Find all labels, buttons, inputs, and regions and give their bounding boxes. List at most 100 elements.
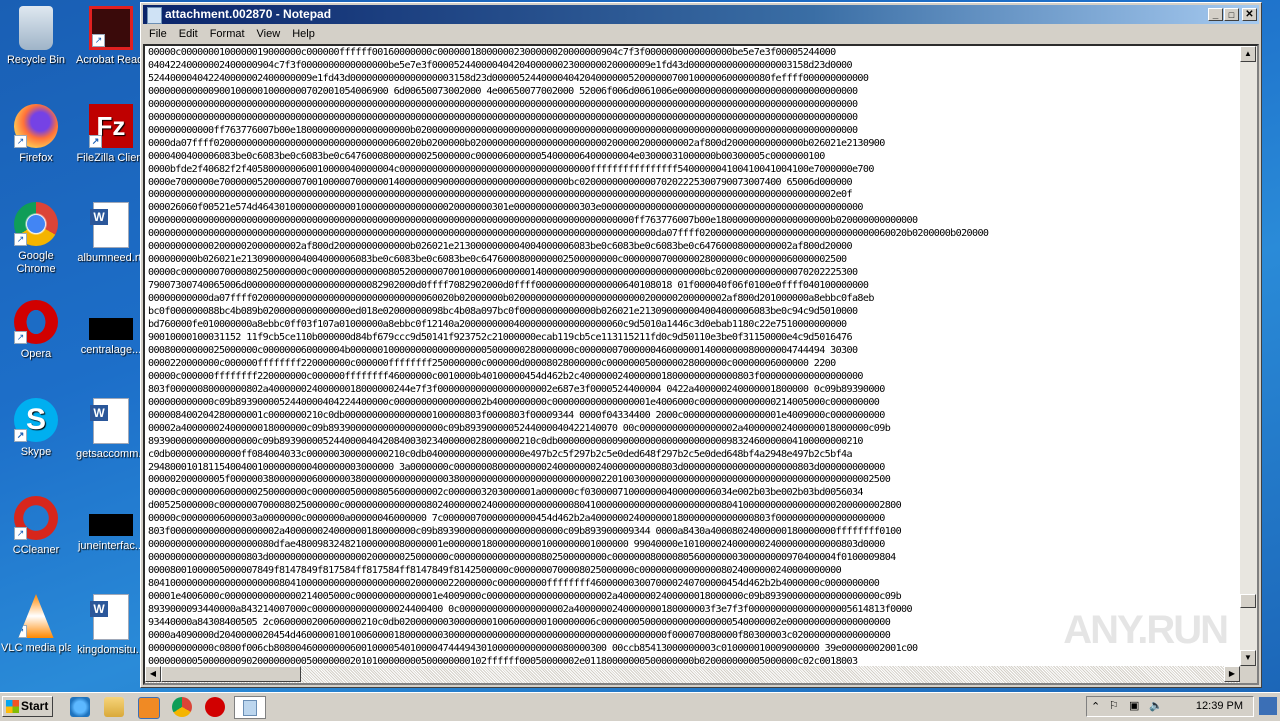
desktop-icon-label: albumneed.rtf xyxy=(77,252,145,264)
text-line: 0000bfde2f40682f2f4058000000600100000400… xyxy=(148,163,874,175)
menu-file[interactable]: File xyxy=(143,25,173,41)
text-line: 000000000000000000803d000000000000000000… xyxy=(148,552,896,564)
title-bar[interactable]: attachment.002870 - Notepad _ □ ✕ xyxy=(143,5,1259,24)
opera-icon[interactable] xyxy=(205,697,225,717)
word-document-icon: W xyxy=(90,398,129,444)
text-line: 0000220000000c000000ffffffff220000000c00… xyxy=(148,357,836,369)
network-icon[interactable]: ▣ xyxy=(1129,699,1139,712)
text-line: 00000000000da07ffff020000000000000000000… xyxy=(148,293,874,305)
desktop-icon-kingdomsitu[interactable]: Wkingdomsitu... xyxy=(76,594,146,657)
text-line: 0000e7000000e700000052000000700100000700… xyxy=(148,176,853,188)
text-line: 0000da07ffff0200000000000000000000000000… xyxy=(148,137,885,149)
desktop-icon-label: Acrobat Reader DC xyxy=(76,54,146,66)
notepad-icon xyxy=(147,7,162,24)
chrome-icon: ↗ xyxy=(14,202,58,246)
desktop-icon-filezilla-client[interactable]: Fz ↗ FileZilla Client xyxy=(76,104,146,165)
text-line: bc0f000000088bc4b089b0200000000000000ed0… xyxy=(148,306,858,318)
document-text[interactable]: 00000c0000000100000019000000c000000fffff… xyxy=(148,47,1239,665)
text-line: 0000000000000000000000000000000000000000… xyxy=(148,189,853,201)
vlc-icon: ↗ xyxy=(18,594,54,638)
desktop-icon-recycle-bin[interactable]: Recycle Bin xyxy=(1,6,71,67)
clock[interactable]: 12:39 PM xyxy=(1196,700,1243,712)
maximize-button[interactable]: □ xyxy=(1224,8,1239,21)
resize-grip[interactable] xyxy=(1240,666,1257,683)
scroll-left-button[interactable]: ◀ xyxy=(145,666,161,682)
menu-help[interactable]: Help xyxy=(286,25,321,41)
text-line: 0000000000002000002000000002af800d200000… xyxy=(148,241,853,253)
shortcut-arrow-icon: ↗ xyxy=(89,135,102,148)
menu-view[interactable]: View xyxy=(251,25,287,41)
file-explorer-icon[interactable] xyxy=(104,697,124,717)
word-document-icon: W xyxy=(90,202,129,248)
desktop-icon-firefox[interactable]: ↗ Firefox xyxy=(1,104,71,165)
shortcut-arrow-icon: ↗ xyxy=(14,527,27,540)
shortcut-arrow-icon: ↗ xyxy=(14,233,27,246)
desktop-icon-google-chrome[interactable]: ↗ Google Chrome xyxy=(1,202,71,276)
text-editor[interactable]: 00000c0000000100000019000000c000000fffff… xyxy=(143,44,1259,685)
desktop-icon-opera[interactable]: ↗ Opera xyxy=(1,300,71,361)
text-line: 00002a40000002400000018000000c09b8939000… xyxy=(148,422,891,434)
minimize-button[interactable]: _ xyxy=(1208,8,1223,21)
internet-explorer-icon[interactable] xyxy=(70,697,90,717)
desktop-icon-albumneed-rtf[interactable]: Walbumneed.rtf xyxy=(76,202,146,265)
acrobat-reader-icon: ↗ xyxy=(89,6,133,50)
desktop-icon-centralage[interactable]: centralage... xyxy=(76,300,146,357)
show-desktop-button[interactable] xyxy=(1259,697,1277,715)
desktop-icon-label: CCleaner xyxy=(12,544,60,556)
text-line: 0000000000000000000000000000000000000000… xyxy=(148,215,918,227)
desktop-icon-label: Skype xyxy=(20,446,52,458)
volume-icon[interactable]: 🔈 xyxy=(1149,699,1163,712)
scroll-down-button[interactable]: ▼ xyxy=(1240,650,1256,666)
close-button[interactable]: ✕ xyxy=(1242,8,1257,21)
text-line: 0000000000009001000001000000070200105400… xyxy=(148,85,858,97)
media-player-icon[interactable] xyxy=(138,697,160,719)
start-button[interactable]: Start xyxy=(2,696,53,717)
text-line: 00008001000005000007849f8147849f817584ff… xyxy=(148,565,842,577)
vertical-scrollbar[interactable]: ▲ ▼ xyxy=(1240,46,1257,666)
text-line: d00525000000c0000000700008025000000c0000… xyxy=(148,500,902,512)
shortcut-arrow-icon: ↗ xyxy=(14,135,27,148)
text-line: 524400004042240000002400000009e1fd43d000… xyxy=(148,72,869,84)
notepad-icon xyxy=(243,700,257,716)
horizontal-scroll-thumb[interactable] xyxy=(161,666,301,682)
menu-edit[interactable]: Edit xyxy=(173,25,204,41)
text-line: 8041000000000000000000008041000000000000… xyxy=(148,578,880,590)
desktop-icon-ccleaner[interactable]: ↗ CCleaner xyxy=(1,496,71,557)
desktop-icon-vlc-media-player[interactable]: ↗ VLC media player xyxy=(1,594,71,655)
text-line: 0000000000000000000000000000000000000000… xyxy=(148,111,858,123)
desktop-icon-label: kingdomsitu... xyxy=(77,644,145,656)
window-title: attachment.002870 - Notepad xyxy=(165,7,332,21)
notepad-window: attachment.002870 - Notepad _ □ ✕ File Ed… xyxy=(140,2,1262,688)
desktop-icon-acrobat-reader-dc[interactable]: ↗ Acrobat Reader DC xyxy=(76,6,146,67)
text-line: 2948000101811540040010000000004000000030… xyxy=(148,461,885,473)
word-document-icon: W xyxy=(90,594,129,640)
text-line: 000000000000ff763776007b00e1800000000000… xyxy=(148,124,858,136)
text-line: 00000c0000000100000019000000c000000fffff… xyxy=(148,47,836,58)
menu-format[interactable]: Format xyxy=(204,25,251,41)
scroll-right-button[interactable]: ▶ xyxy=(1224,666,1240,682)
text-line: 00000c00000006000003a0000000c0000000a000… xyxy=(148,513,885,525)
notepad-taskbar-button[interactable] xyxy=(234,696,266,719)
text-line: 000026060f00521e574d46430100000000000010… xyxy=(148,202,863,214)
action-center-flag-icon[interactable]: ⚐ xyxy=(1109,699,1119,712)
vertical-scroll-thumb[interactable] xyxy=(1240,594,1256,608)
horizontal-scrollbar[interactable]: ◀ ▶ xyxy=(145,666,1240,683)
text-line: 00001e4006000c00000000000000214005000c00… xyxy=(148,591,902,603)
skype-icon: S ↗ xyxy=(14,398,58,442)
desktop-icon-skype[interactable]: S ↗ Skype xyxy=(1,398,71,459)
desktop-icon-getsaccomm[interactable]: Wgetsaccomm... xyxy=(76,398,148,461)
chrome-icon[interactable] xyxy=(172,697,192,717)
watermark-text: ANY.RUN xyxy=(1063,608,1229,652)
menu-bar: File Edit Format View Help xyxy=(143,25,1259,43)
text-line: 0000000000000000000000000000000000000000… xyxy=(148,228,989,240)
desktop-icon-label: Google Chrome xyxy=(16,250,56,275)
desktop-icon-label: juneinterfac... xyxy=(77,540,145,552)
desktop-icon-juneinterfac[interactable]: juneinterfac... xyxy=(76,496,146,553)
text-line: 04042240000002400000904c7f3f000000000000… xyxy=(148,59,853,71)
text-line: 0000000005000000090200000000050000000201… xyxy=(148,655,858,665)
show-hidden-icons-icon[interactable]: ⌃ xyxy=(1091,700,1100,713)
desktop-icon-label: FileZilla Client xyxy=(76,152,146,164)
text-line: 90010000100031152 11f9cb5ce110b000000d84… xyxy=(148,331,853,343)
scroll-up-button[interactable]: ▲ xyxy=(1240,46,1256,62)
text-line: 0000400400006083be0c6083be0c6083be0c6476… xyxy=(148,150,825,162)
